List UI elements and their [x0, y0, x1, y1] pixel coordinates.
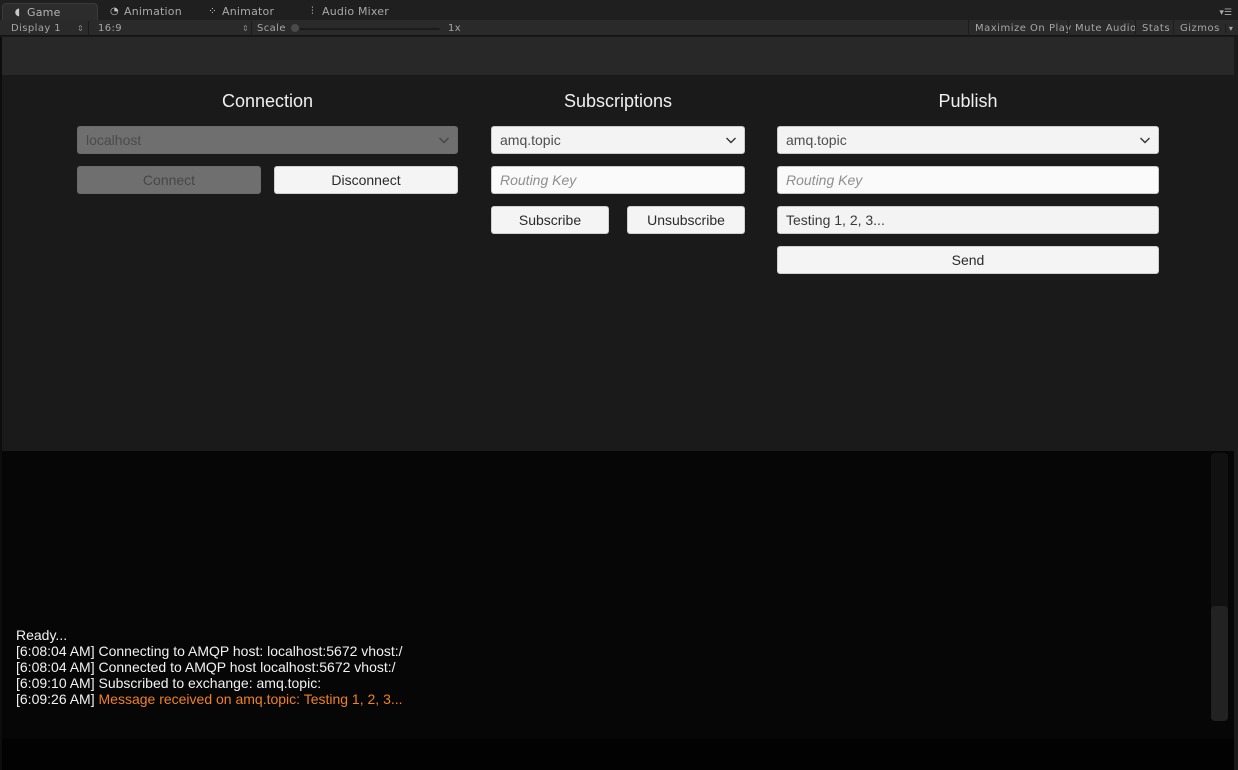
chevron-down-icon — [726, 137, 736, 144]
display-select[interactable]: Display 1 ⇕ — [11, 20, 87, 36]
chevron-down-icon — [439, 137, 449, 144]
gizmos-dropdown-icon[interactable]: ▾ — [1224, 23, 1234, 33]
log-timestamp: [6:08:04 AM] — [16, 643, 99, 659]
log-scrollbar-thumb[interactable] — [1211, 606, 1228, 721]
log-output: Ready... [6:08:04 AM] Connecting to AMQP… — [16, 627, 403, 707]
send-button[interactable]: Send — [777, 246, 1159, 274]
toolbar-divider — [88, 21, 89, 35]
pacman-icon: ◖ — [14, 6, 21, 18]
updown-icon: ⇕ — [77, 23, 85, 33]
subscribe-routing-key-input[interactable]: Routing Key — [491, 166, 745, 194]
game-top-strip — [2, 37, 1234, 75]
log-line: [6:09:10 AM] Subscribed to exchange: amq… — [16, 675, 403, 691]
scale-slider-track[interactable] — [296, 28, 440, 30]
routing-key-placeholder: Routing Key — [500, 172, 577, 188]
log-text: Subscribed to exchange: amq.topic: — [98, 675, 322, 691]
connect-button[interactable]: Connect — [77, 166, 261, 194]
log-timestamp: [6:08:04 AM] — [16, 659, 99, 675]
log-line: Ready... — [16, 627, 403, 643]
tab-animation[interactable]: ◔ Animation — [100, 3, 182, 20]
disconnect-button[interactable]: Disconnect — [274, 166, 458, 194]
clock-icon: ◔ — [110, 6, 119, 17]
log-text: Ready... — [16, 627, 68, 643]
exchange-value: amq.topic — [786, 132, 847, 148]
gizmos-label: Gizmos — [1180, 22, 1220, 34]
scale-slider-handle[interactable] — [290, 23, 300, 33]
view-border — [1234, 37, 1238, 770]
toolbar-divider — [251, 21, 252, 35]
maximize-on-play-button[interactable]: Maximize On Play — [968, 20, 1078, 36]
mute-audio-button[interactable]: Mute Audio — [1068, 20, 1143, 36]
publish-routing-key-input[interactable]: Routing Key — [777, 166, 1159, 194]
aspect-select[interactable]: 16:9 ⇕ — [98, 20, 250, 36]
publish-title: Publish — [938, 91, 998, 111]
unsubscribe-button[interactable]: Unsubscribe — [627, 206, 745, 234]
chevron-down-icon — [1140, 137, 1150, 144]
tab-audio-mixer[interactable]: ⫶ Audio Mixer — [298, 3, 389, 20]
editor-tab-bar: ◖ Game ◔ Animation ⁘ Animator ⫶ Audio Mi… — [0, 0, 1238, 20]
animator-icon: ⁘ — [208, 6, 217, 17]
subscribe-exchange-dropdown[interactable]: amq.topic — [491, 126, 745, 154]
tab-animator[interactable]: ⁘ Animator — [198, 3, 274, 20]
log-timestamp: [6:09:26 AM] — [16, 691, 99, 707]
tab-label: Animation — [124, 5, 182, 18]
log-highlight-text: Message received on amq.topic: Testing 1… — [98, 691, 403, 707]
scale-label: Scale — [257, 22, 286, 34]
exchange-value: amq.topic — [500, 132, 561, 148]
tab-label: Animator — [222, 5, 275, 18]
log-text: Connecting to AMQP host: localhost:5672 … — [98, 643, 403, 659]
log-text: Connected to AMQP host localhost:5672 vh… — [98, 659, 396, 675]
gizmos-button[interactable]: Gizmos ▾ — [1173, 20, 1235, 36]
tab-menu-icon[interactable]: ▾☰ — [1219, 8, 1232, 18]
publish-exchange-dropdown[interactable]: amq.topic — [777, 126, 1159, 154]
mixer-icon: ⫶ — [311, 6, 314, 17]
host-dropdown[interactable]: localhost — [77, 126, 458, 154]
host-value: localhost — [86, 132, 142, 148]
message-value: Testing 1, 2, 3... — [786, 212, 885, 228]
log-line: [6:08:04 AM] Connected to AMQP host loca… — [16, 659, 403, 675]
log-line: [6:08:04 AM] Connecting to AMQP host: lo… — [16, 643, 403, 659]
display-value: Display 1 — [11, 22, 62, 34]
message-input[interactable]: Testing 1, 2, 3... — [777, 206, 1159, 234]
log-timestamp: [6:09:10 AM] — [16, 675, 99, 691]
routing-key-placeholder: Routing Key — [786, 172, 863, 188]
game-view-toolbar: Display 1 ⇕ 16:9 ⇕ Scale 1x Maximize On … — [0, 20, 1238, 36]
tab-label: Audio Mixer — [322, 5, 389, 18]
scale-value: 1x — [448, 22, 462, 34]
stats-button[interactable]: Stats — [1135, 20, 1176, 36]
log-line: [6:09:26 AM] Message received on amq.top… — [16, 691, 403, 707]
aspect-value: 16:9 — [98, 22, 123, 34]
subscribe-button[interactable]: Subscribe — [491, 206, 609, 234]
connection-title: Connection — [221, 91, 314, 111]
tab-label: Game — [27, 5, 61, 19]
updown-icon: ⇕ — [242, 23, 250, 33]
subscriptions-title: Subscriptions — [563, 91, 673, 111]
tab-game[interactable]: ◖ Game — [2, 3, 98, 20]
game-bottom-strip — [2, 739, 1234, 770]
